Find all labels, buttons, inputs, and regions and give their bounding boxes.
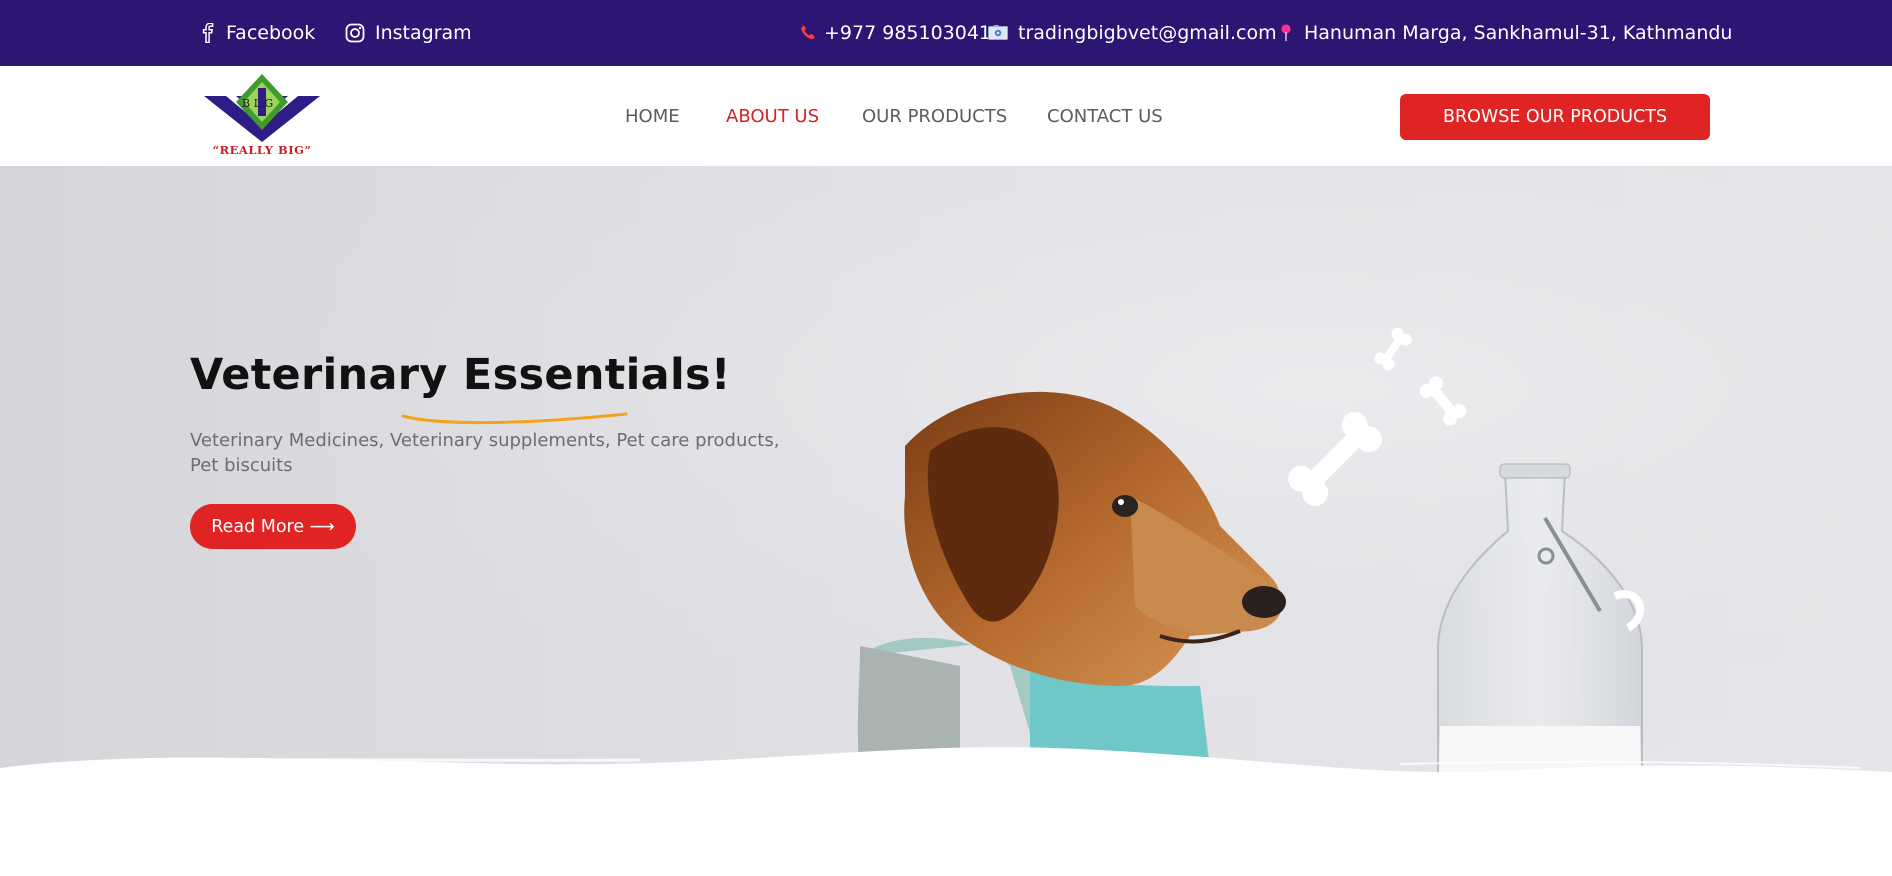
email-address[interactable]: tradingbigbvet@gmail.com xyxy=(1018,22,1277,44)
phone-icon xyxy=(800,24,818,42)
nav-item-our-products[interactable]: OUR PRODUCTS xyxy=(862,66,1007,166)
browse-products-button[interactable]: BROWSE OUR PRODUCTS xyxy=(1400,94,1710,140)
site-header: B L G “REALLY BIG” HOME ABOUT US OUR PRO… xyxy=(0,66,1892,166)
nav-item-contact-us[interactable]: CONTACT US xyxy=(1047,66,1163,166)
wave-divider xyxy=(0,747,1892,810)
hero-title: Veterinary Essentials! xyxy=(190,350,731,400)
address-contact: Hanuman Marga, Sankhamul-31, Kathmandu xyxy=(1280,0,1732,66)
instagram-icon xyxy=(345,23,365,43)
brand-logo[interactable]: B L G “REALLY BIG” xyxy=(200,74,324,160)
top-contact-bar: Facebook Instagram +977 9851030412 tradi… xyxy=(0,0,1892,66)
logo-emblem-icon: B L G xyxy=(204,74,320,142)
address-text: Hanuman Marga, Sankhamul-31, Kathmandu xyxy=(1304,22,1733,44)
read-more-button[interactable]: Read More ⟶ xyxy=(190,504,356,549)
phone-contact[interactable]: +977 9851030412 xyxy=(800,0,1003,66)
logo-tagline: “REALLY BIG” xyxy=(212,143,312,157)
facebook-icon xyxy=(200,23,216,43)
title-underline-decoration xyxy=(401,412,628,425)
svg-text:B L G: B L G xyxy=(242,97,273,110)
hero-subtitle: Veterinary Medicines, Veterinary supplem… xyxy=(190,430,780,476)
phone-number[interactable]: +977 9851030412 xyxy=(824,22,1003,44)
email-icon xyxy=(988,26,1008,40)
location-pin-icon xyxy=(1280,23,1292,43)
nav-item-home[interactable]: HOME xyxy=(625,66,680,166)
nav-item-about-us[interactable]: ABOUT US xyxy=(726,66,819,166)
email-contact[interactable]: tradingbigbvet@gmail.com xyxy=(988,0,1277,66)
hero-dog-image xyxy=(0,166,1892,796)
instagram-label[interactable]: Instagram xyxy=(375,22,472,44)
facebook-label[interactable]: Facebook xyxy=(226,22,315,44)
hero-banner: Veterinary Essentials! Veterinary Medici… xyxy=(0,166,1892,796)
facebook-link[interactable]: Facebook xyxy=(200,0,315,66)
instagram-link[interactable]: Instagram xyxy=(345,0,472,66)
